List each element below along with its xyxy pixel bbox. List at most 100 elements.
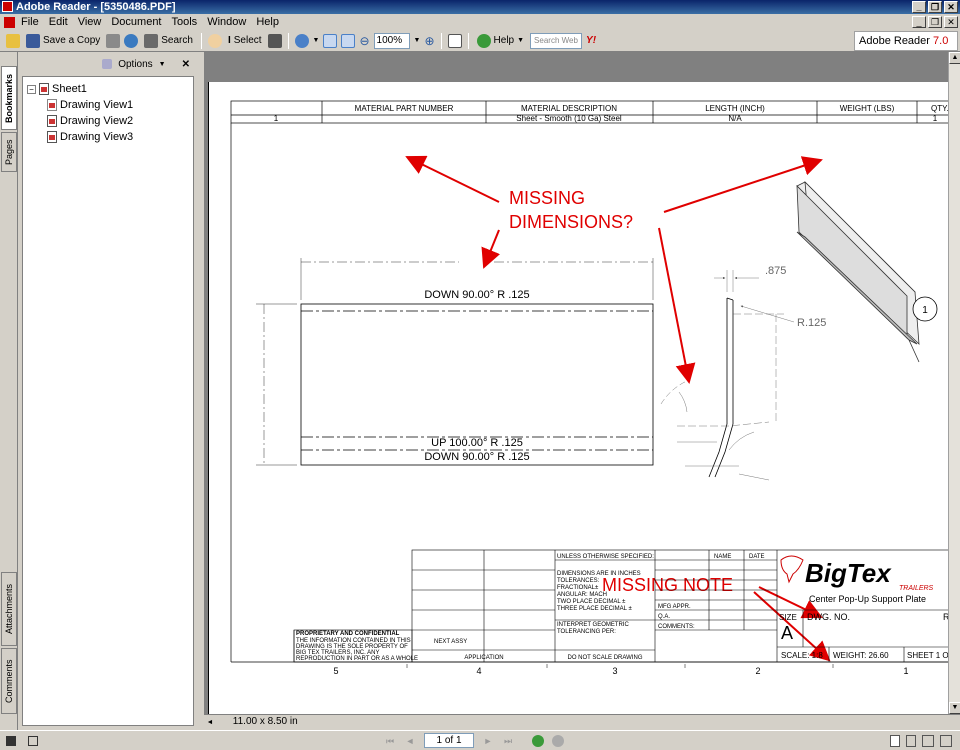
zoom-input[interactable]: 100% <box>373 32 410 49</box>
zoom-out-icon[interactable]: ⊖ <box>359 34 369 48</box>
tab-bookmarks[interactable]: Bookmarks <box>1 66 17 130</box>
zoom-menu-icon[interactable]: ▼ <box>414 37 421 44</box>
continuous-facing-icon[interactable] <box>940 734 952 747</box>
bend-note-bottom: DOWN 90.00° R .125 <box>424 451 529 463</box>
select-tool-button[interactable]: I Select <box>226 32 264 50</box>
side-view <box>660 270 795 481</box>
bend-note-top: DOWN 90.00° R .125 <box>424 289 529 301</box>
email-icon[interactable] <box>124 33 139 48</box>
zone-5: 5 <box>333 666 338 676</box>
actual-size-icon[interactable] <box>323 33 338 48</box>
first-page-icon[interactable]: ⏮ <box>384 735 396 747</box>
collapse-icon[interactable]: − <box>27 84 36 94</box>
sheet: SHEET 1 O <box>907 651 948 660</box>
adobe-reader-icon <box>2 1 13 12</box>
previous-page-icon[interactable]: ◄ <box>404 735 416 747</box>
print-icon[interactable] <box>106 33 121 48</box>
tab-pages[interactable]: Pages <box>1 132 17 172</box>
bookmark-label: Drawing View3 <box>60 131 134 143</box>
tolerancing-per: TOLERANCING PER: <box>557 629 616 635</box>
help-button[interactable]: Help ▼ <box>475 32 527 50</box>
last-page-icon[interactable]: ⏭ <box>502 735 514 747</box>
svg-text:1: 1 <box>922 305 928 316</box>
date-header: DATE <box>749 554 765 560</box>
scroll-left-icon[interactable]: ◄ <box>204 716 216 729</box>
go-back-icon[interactable] <box>532 734 544 747</box>
yahoo-icon[interactable]: Y! <box>586 35 596 46</box>
menu-view[interactable]: View <box>78 16 102 28</box>
size-value: A <box>781 623 793 643</box>
company-sub: TRAILERS <box>899 585 934 592</box>
snapshot-camera-icon[interactable] <box>267 33 282 48</box>
zone-1: 1 <box>903 666 908 676</box>
annotation-missing-line2: DIMENSIONS? <box>509 212 633 232</box>
bookmark-drawing-view2[interactable]: Drawing View2 <box>27 113 189 129</box>
page-number-input[interactable]: 1 of 1 <box>424 733 474 748</box>
menu-edit[interactable]: Edit <box>49 16 68 28</box>
single-page-icon[interactable] <box>890 734 900 747</box>
toolbar-separator <box>287 32 289 49</box>
angular: ANGULAR: MACH <box>557 592 607 598</box>
panel-toggle-icon[interactable] <box>6 735 16 746</box>
scroll-down-icon[interactable]: ▼ <box>949 702 960 714</box>
facing-icon[interactable] <box>922 734 934 747</box>
toolbar-separator <box>200 32 202 49</box>
save-copy-label: Save a Copy <box>43 35 101 46</box>
zone-2: 2 <box>755 666 760 676</box>
dims-inches: DIMENSIONS ARE IN INCHES <box>557 571 641 577</box>
options-dropdown-icon[interactable]: ▼ <box>159 61 166 68</box>
menu-window[interactable]: Window <box>207 16 246 28</box>
minimize-button[interactable]: _ <box>912 1 926 13</box>
go-forward-icon[interactable] <box>552 734 564 747</box>
bom-description: Sheet - Smooth (10 Ga) Steel <box>516 114 622 123</box>
fit-page-icon[interactable] <box>341 33 356 48</box>
bookmark-sheet1[interactable]: − Sheet1 <box>27 81 189 97</box>
continuous-icon[interactable] <box>906 734 916 747</box>
pdf-page: MATERIAL PART NUMBER MATERIAL DESCRIPTIO… <box>208 82 948 714</box>
menu-document[interactable]: Document <box>111 16 161 28</box>
zoom-in-plus-icon[interactable]: ⊕ <box>424 34 434 48</box>
unless-specified: UNLESS OTHERWISE SPECIFIED: <box>557 554 654 560</box>
brand-version: 7.0 <box>933 35 949 47</box>
next-page-icon[interactable]: ► <box>482 735 494 747</box>
panel-splitter[interactable] <box>196 52 204 730</box>
page-layout-icon[interactable] <box>447 33 462 48</box>
search-web-input[interactable]: Search Web <box>530 32 583 49</box>
document-view: MATERIAL PART NUMBER MATERIAL DESCRIPTIO… <box>204 52 948 714</box>
bookmark-label: Drawing View2 <box>60 115 134 127</box>
menu-help[interactable]: Help <box>256 16 279 28</box>
help-dropdown-icon: ▼ <box>517 37 525 44</box>
open-folder-icon[interactable] <box>6 33 20 48</box>
save-copy-button[interactable]: Save a Copy <box>24 32 102 50</box>
floppy-icon <box>26 33 40 48</box>
binoculars-icon <box>144 33 159 48</box>
close-button[interactable]: ✕ <box>944 1 958 13</box>
fractional: FRACTIONAL± <box>557 585 599 591</box>
restore-button[interactable]: ❐ <box>928 1 942 13</box>
zoom-dropdown-icon[interactable]: ▼ <box>313 37 320 44</box>
options-button[interactable]: Options <box>118 59 152 70</box>
doc-minimize-button[interactable]: _ <box>912 16 926 28</box>
bookmark-label: Drawing View1 <box>60 99 134 111</box>
drawing-view-icon <box>47 99 57 111</box>
zoom-in-icon[interactable] <box>294 33 309 48</box>
bom-item: 1 <box>274 114 279 123</box>
weight: WEIGHT: 26.60 <box>833 651 889 660</box>
qa: Q.A. <box>658 614 670 620</box>
menu-file[interactable]: File <box>21 16 39 28</box>
bookmark-drawing-view1[interactable]: Drawing View1 <box>27 97 189 113</box>
brand-product: Reader <box>893 35 930 47</box>
tab-attachments[interactable]: Attachments <box>1 572 17 646</box>
name-header: NAME <box>714 554 731 560</box>
bookmark-icon[interactable] <box>28 735 38 746</box>
search-button[interactable]: Search <box>142 32 195 50</box>
doc-restore-button[interactable]: ❐ <box>928 16 942 28</box>
tab-comments[interactable]: Comments <box>1 648 17 714</box>
bookmark-drawing-view3[interactable]: Drawing View3 <box>27 129 189 145</box>
scroll-up-icon[interactable]: ▲ <box>949 52 960 64</box>
menu-tools[interactable]: Tools <box>172 16 198 28</box>
vertical-scrollbar[interactable]: ▲ ▼ <box>948 52 960 714</box>
hand-tool-icon[interactable] <box>207 33 222 48</box>
close-panel-icon[interactable]: ✕ <box>182 59 190 70</box>
doc-close-button[interactable]: ✕ <box>944 16 958 28</box>
